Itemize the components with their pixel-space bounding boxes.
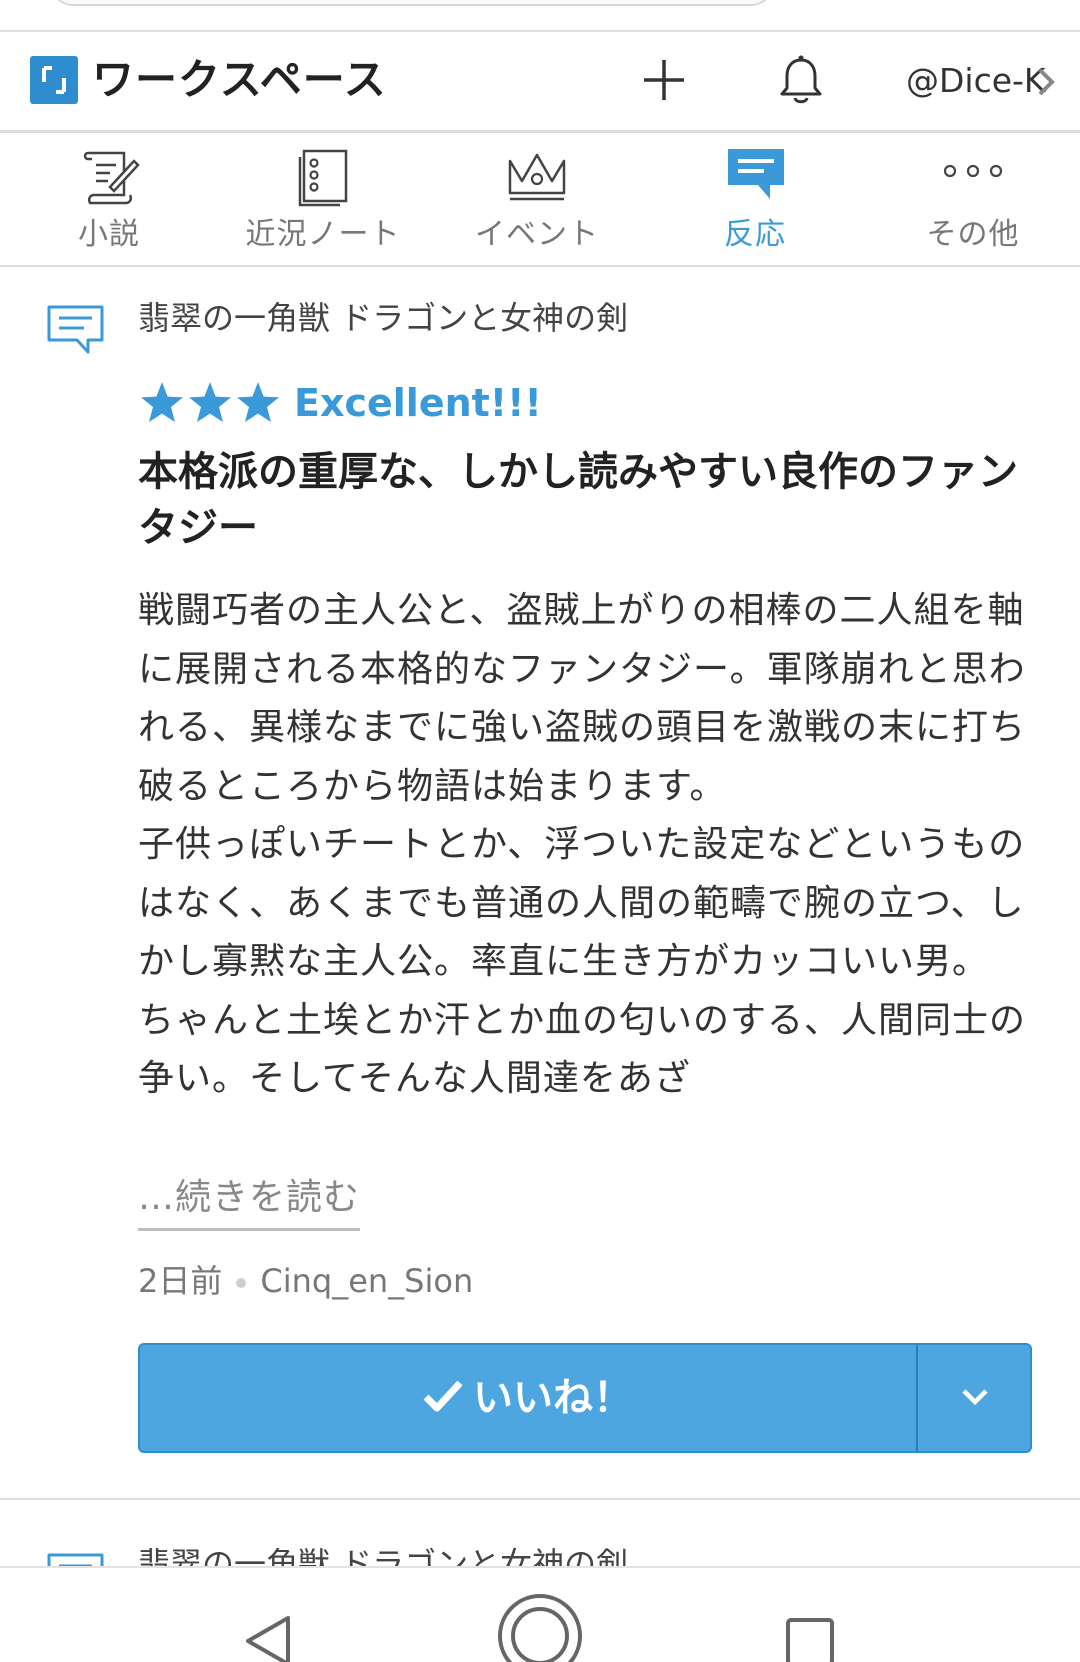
tab-label: 近況ノート xyxy=(245,217,401,252)
recent-apps-square-icon[interactable] xyxy=(784,1616,836,1662)
crown-icon xyxy=(508,153,566,201)
chevron-down-icon xyxy=(962,1389,988,1406)
app-header: ワークスペース @Dice-K xyxy=(0,32,1080,132)
like-dropdown-button[interactable] xyxy=(916,1343,1032,1453)
bell-icon[interactable] xyxy=(778,54,824,106)
back-triangle-icon[interactable] xyxy=(242,1614,294,1662)
star-rating xyxy=(138,378,282,428)
tab-label: その他 xyxy=(926,217,1020,252)
tab-reactions[interactable]: 反応 xyxy=(650,133,860,265)
review-body: 戦闘巧者の主人公と、盗賊上がりの相棒の二人組を軸に展開される本格的なファンタジー… xyxy=(138,590,1027,1099)
like-button[interactable]: いいね！ xyxy=(138,1343,916,1453)
read-more-link[interactable]: …続きを読む xyxy=(138,1170,361,1231)
work-title-link[interactable]: 翡翠の一角獣 ドラゴンと女神の剣 xyxy=(138,1542,628,1566)
home-circle-icon[interactable] xyxy=(496,1592,584,1662)
notebook-icon xyxy=(298,149,348,207)
novel-scroll-icon xyxy=(83,151,140,205)
system-nav-bar xyxy=(0,1566,1080,1662)
tab-novel[interactable]: 小説 xyxy=(4,133,214,265)
tab-label: イベント xyxy=(475,217,599,252)
tab-events[interactable]: イベント xyxy=(432,133,642,265)
like-label: いいね！ xyxy=(473,1375,633,1421)
tab-label: 小説 xyxy=(78,217,140,252)
more-dots-icon xyxy=(943,164,1003,178)
tab-label: 反応 xyxy=(724,217,786,252)
time-ago: 2日前 xyxy=(138,1262,223,1300)
work-title-link[interactable]: 翡翠の一角獣 ドラゴンと女神の剣 xyxy=(138,296,628,340)
comment-icon xyxy=(728,149,784,199)
review-comment-icon xyxy=(47,305,104,354)
review-comment-icon xyxy=(47,1553,104,1566)
page: ワークスペース @Dice-K 小説 近況ノート イベント 反応 その他 翡翠の… xyxy=(0,0,1080,1662)
review-author[interactable]: Cinq_en_Sion xyxy=(260,1262,473,1300)
like-button-content: いいね！ xyxy=(140,1345,916,1451)
review-meta: 2日前 Cinq_en_Sion xyxy=(138,1256,473,1306)
check-icon xyxy=(423,1380,463,1412)
kakuyomu-logo-icon[interactable] xyxy=(30,56,78,104)
review-title: 本格派の重厚な、しかし読みやすい良作のファンタジー xyxy=(138,449,1018,551)
plus-icon[interactable] xyxy=(640,56,688,104)
rating-label: Excellent!!! xyxy=(294,381,542,425)
divider xyxy=(0,265,1080,267)
tab-bar: 小説 近況ノート イベント 反応 その他 xyxy=(0,133,1080,265)
separator-dot xyxy=(236,1278,247,1288)
chevron-right-icon[interactable] xyxy=(1036,66,1056,98)
workspace-title[interactable]: ワークスペース xyxy=(92,52,387,108)
user-handle[interactable]: @Dice-K xyxy=(906,56,1046,106)
next-review-item[interactable]: 翡翠の一角獣 ドラゴンと女神の剣 xyxy=(0,1500,1080,1566)
star-icons xyxy=(141,382,279,422)
tab-more[interactable]: その他 xyxy=(868,133,1078,265)
browser-url-bar[interactable] xyxy=(50,0,774,6)
tab-status-notes[interactable]: 近況ノート xyxy=(218,133,428,265)
